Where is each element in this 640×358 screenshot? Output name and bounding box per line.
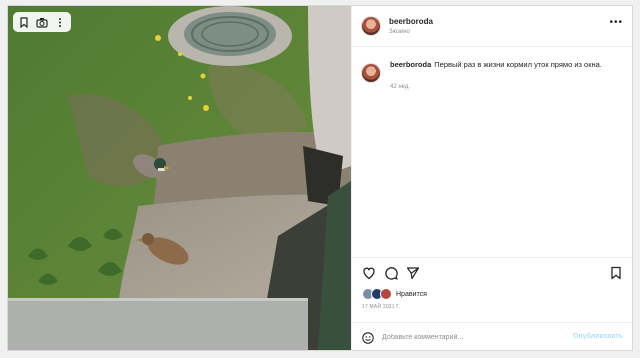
caption-username[interactable]: beerboroda bbox=[390, 60, 431, 69]
emoji-icon[interactable] bbox=[362, 331, 374, 344]
comment-row: Опубликовать bbox=[352, 322, 632, 350]
header-username[interactable]: beerboroda bbox=[389, 17, 433, 26]
liker-avatar bbox=[380, 288, 392, 300]
caption: beerboroda Первый раз в жизни кормил уток… bbox=[390, 60, 626, 70]
caption-age: 42 нед. bbox=[390, 84, 411, 90]
avatar[interactable] bbox=[362, 17, 380, 35]
photo-toolbar bbox=[13, 12, 71, 32]
share-icon[interactable] bbox=[406, 266, 420, 280]
caption-avatar[interactable] bbox=[362, 64, 380, 82]
post-date: 17 МАЙ 2021 Г. bbox=[362, 304, 401, 310]
post-photo[interactable] bbox=[8, 6, 351, 350]
comment-input[interactable] bbox=[382, 329, 552, 345]
heart-icon[interactable] bbox=[362, 266, 376, 280]
post-viewer: beerboroda Зюзино ••• beerboroda Первый р… bbox=[8, 6, 632, 350]
photo-scene bbox=[8, 6, 351, 350]
post-panel: beerboroda Зюзино ••• beerboroda Первый р… bbox=[351, 6, 632, 350]
publish-button[interactable]: Опубликовать bbox=[573, 333, 623, 340]
comment-icon[interactable] bbox=[384, 266, 398, 280]
post-header: beerboroda Зюзино ••• bbox=[352, 6, 632, 47]
bookmark-icon[interactable] bbox=[17, 15, 31, 29]
camera-icon[interactable] bbox=[35, 15, 49, 29]
options-icon[interactable]: ••• bbox=[609, 18, 623, 28]
save-icon[interactable] bbox=[610, 266, 624, 280]
likes-row[interactable]: Нравится bbox=[362, 287, 427, 301]
location-label[interactable]: Зюзино bbox=[389, 29, 410, 35]
likes-label[interactable]: Нравится bbox=[396, 291, 427, 298]
action-bar bbox=[352, 257, 632, 288]
more-icon[interactable] bbox=[53, 15, 67, 29]
caption-text: Первый раз в жизни кормил уток прямо из … bbox=[434, 60, 602, 69]
